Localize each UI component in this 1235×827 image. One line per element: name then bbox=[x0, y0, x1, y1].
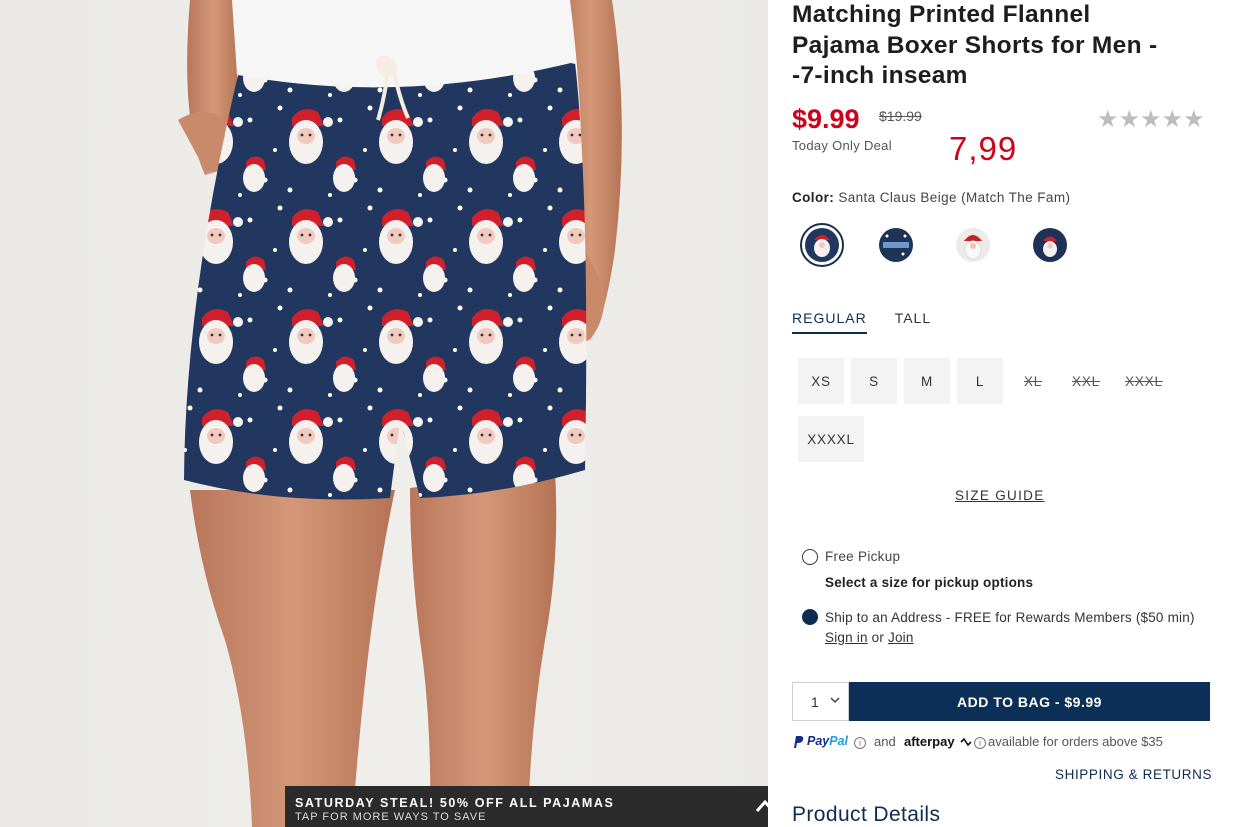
model-photo bbox=[178, 0, 622, 827]
quantity-select[interactable]: 1 bbox=[792, 682, 849, 721]
paypal-text-b: Pal bbox=[829, 734, 849, 748]
and-text: and bbox=[874, 734, 896, 749]
star-icon: ★ bbox=[1118, 106, 1141, 133]
star-icon: ★ bbox=[1161, 106, 1184, 133]
size-l[interactable]: L bbox=[957, 358, 1003, 404]
shipping-returns-link[interactable]: SHIPPING & RETURNS bbox=[1055, 767, 1212, 782]
star-icon: ★ bbox=[1183, 106, 1205, 133]
sale-price: $9.99 bbox=[792, 104, 860, 134]
original-price: $19.99 bbox=[879, 108, 922, 124]
size-xxxxl[interactable]: XXXXL bbox=[798, 416, 864, 462]
color-value: Santa Claus Beige (Match The Fam) bbox=[838, 190, 1071, 205]
color-label-key: Color: bbox=[792, 190, 835, 205]
ship-radio[interactable] bbox=[802, 609, 818, 625]
paypal-logo-icon bbox=[794, 736, 804, 748]
fit-tabs: REGULAR TALL bbox=[792, 310, 931, 334]
product-details-heading[interactable]: Product Details bbox=[792, 803, 940, 827]
size-xxl[interactable]: XXL bbox=[1060, 358, 1112, 404]
color-label: Color: Santa Claus Beige (Match The Fam) bbox=[792, 190, 1070, 205]
afterpay-availability: available for orders above $35 bbox=[988, 734, 1163, 749]
paypal-text-a: Pay bbox=[807, 734, 830, 748]
afterpay-arrows-icon bbox=[960, 737, 972, 747]
star-icon: ★ bbox=[1097, 106, 1119, 133]
deal-label: Today Only Deal bbox=[792, 138, 892, 153]
sign-in-link[interactable]: Sign in bbox=[825, 630, 868, 645]
swatch-santa-white[interactable] bbox=[951, 223, 995, 267]
ship-or: or bbox=[871, 630, 885, 645]
swatch-image bbox=[1033, 228, 1067, 262]
promo-subtitle: TAP FOR MORE WAYS TO SAVE bbox=[295, 811, 487, 823]
promo-title: SATURDAY STEAL! 50% OFF ALL PAJAMAS bbox=[295, 796, 615, 810]
product-title-line: -7-inch inseam bbox=[792, 62, 968, 89]
afterpay-logo: afterpay bbox=[904, 734, 955, 749]
color-swatches bbox=[800, 223, 1100, 269]
size-m[interactable]: M bbox=[904, 358, 950, 404]
star-icon: ★ bbox=[1140, 106, 1162, 133]
tab-tall[interactable]: TALL bbox=[895, 310, 931, 334]
product-details-panel: Matching Printed Flannel Pajama Boxer Sh… bbox=[792, 0, 1217, 827]
size-xs[interactable]: XS bbox=[798, 358, 844, 404]
chevron-down-icon bbox=[830, 697, 840, 704]
payment-options: PayPal i and afterpay i available for or… bbox=[792, 734, 1217, 752]
pickup-radio[interactable] bbox=[802, 549, 818, 565]
join-link[interactable]: Join bbox=[888, 630, 914, 645]
size-guide-link[interactable]: SIZE GUIDE bbox=[955, 488, 1045, 503]
product-title-line: Pajama Boxer Shorts for Men - bbox=[792, 31, 1158, 59]
alt-price: 7,99 bbox=[949, 130, 1018, 167]
info-icon[interactable]: i bbox=[854, 737, 866, 749]
star-rating[interactable]: ★ ★ ★ ★ ★ bbox=[1097, 108, 1205, 132]
swatch-santa-claus-beige[interactable] bbox=[800, 223, 844, 267]
swatch-navy-print[interactable] bbox=[874, 223, 918, 267]
paypal-logo: PayPal bbox=[807, 734, 848, 748]
ship-text: Ship to an Address - FREE for Rewards Me… bbox=[825, 608, 1210, 648]
pickup-label: Free Pickup bbox=[825, 549, 901, 564]
tab-regular[interactable]: REGULAR bbox=[792, 310, 867, 334]
product-title: Matching Printed Flannel Pajama Boxer Sh… bbox=[792, 0, 1212, 92]
add-to-bag-button[interactable]: ADD TO BAG - $9.99 bbox=[849, 682, 1210, 721]
swatch-image bbox=[956, 228, 990, 262]
swatch-image bbox=[879, 228, 913, 262]
ship-label: Ship to an Address - FREE for Rewards Me… bbox=[825, 610, 1195, 625]
promo-banner[interactable]: SATURDAY STEAL! 50% OFF ALL PAJAMAS TAP … bbox=[285, 786, 768, 827]
chevron-up-icon[interactable] bbox=[755, 799, 768, 813]
quantity-value: 1 bbox=[811, 694, 819, 710]
size-xxxl[interactable]: XXXL bbox=[1114, 358, 1174, 404]
pickup-subtext: Select a size for pickup options bbox=[825, 575, 1034, 590]
info-icon[interactable]: i bbox=[974, 737, 986, 749]
product-title-line: Matching Printed Flannel bbox=[792, 1, 1091, 28]
product-image[interactable]: SATURDAY STEAL! 50% OFF ALL PAJAMAS TAP … bbox=[0, 0, 768, 827]
swatch-santa-navy[interactable] bbox=[1028, 223, 1072, 267]
size-s[interactable]: S bbox=[851, 358, 897, 404]
size-xl[interactable]: XL bbox=[1010, 358, 1056, 404]
swatch-image bbox=[805, 228, 839, 262]
